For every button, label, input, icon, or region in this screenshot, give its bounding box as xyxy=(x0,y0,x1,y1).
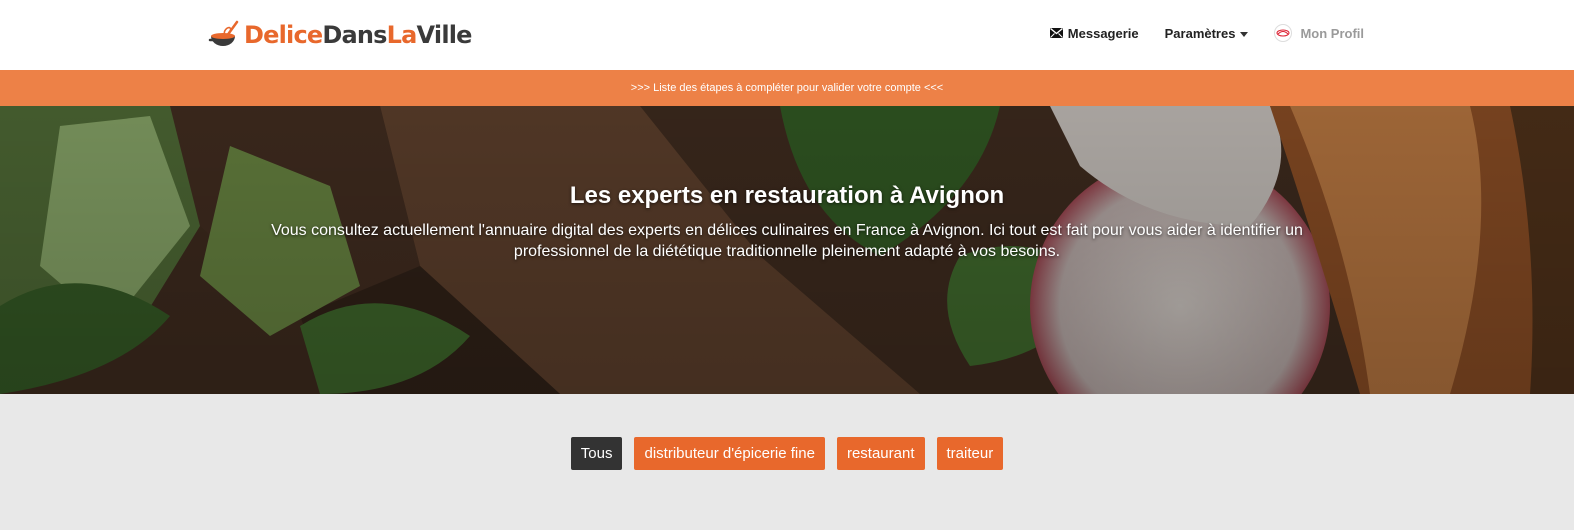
category-filters: Tous distributeur d'épicerie fine restau… xyxy=(0,437,1574,470)
nav-messages-label: Messagerie xyxy=(1067,25,1139,41)
nav-settings-dropdown[interactable]: Paramètres xyxy=(1165,26,1249,41)
filter-button-caterer[interactable]: traiteur xyxy=(936,437,1004,470)
filter-button-fine-grocery[interactable]: distributeur d'épicerie fine xyxy=(634,437,825,470)
brand-name-part: Dans xyxy=(322,21,387,49)
cooking-pot-whisk-icon xyxy=(208,18,242,52)
nav-messages[interactable]: Messagerie xyxy=(1049,25,1139,41)
hero-description: Vous consultez actuellement l'annuaire d… xyxy=(271,222,1303,260)
brand-name-part: La xyxy=(386,21,418,49)
nav-profile[interactable]: Mon Profil xyxy=(1274,24,1364,42)
filter-button-restaurant[interactable]: restaurant xyxy=(836,437,925,470)
main-nav: Messagerie Paramètres Mon Profil xyxy=(1049,24,1364,42)
envelope-icon xyxy=(1049,26,1063,41)
caret-down-icon xyxy=(1240,31,1249,37)
top-navbar: DeliceDansLaVille Messagerie Paramètres … xyxy=(0,0,1574,70)
hero-banner: Les experts en restauration à Avignon Vo… xyxy=(0,106,1574,394)
hero-content: Les experts en restauration à Avignon Vo… xyxy=(0,182,1574,262)
filter-button-all[interactable]: Tous xyxy=(570,437,623,470)
brand-name-part: Ville xyxy=(416,21,473,49)
brand-name-part: Delice xyxy=(244,21,323,49)
brand-logo[interactable]: DeliceDansLaVille xyxy=(208,17,472,53)
nav-settings-label: Paramètres xyxy=(1164,25,1236,41)
brand-name: DeliceDansLaVille xyxy=(244,21,472,49)
account-steps-text: >>> Liste des étapes à compléter pour va… xyxy=(630,82,944,94)
avatar xyxy=(1274,24,1293,42)
page-title: Les experts en restauration à Avignon xyxy=(569,182,1005,209)
nav-profile-label: Mon Profil xyxy=(1300,25,1364,41)
account-steps-banner[interactable]: >>> Liste des étapes à compléter pour va… xyxy=(0,70,1574,106)
